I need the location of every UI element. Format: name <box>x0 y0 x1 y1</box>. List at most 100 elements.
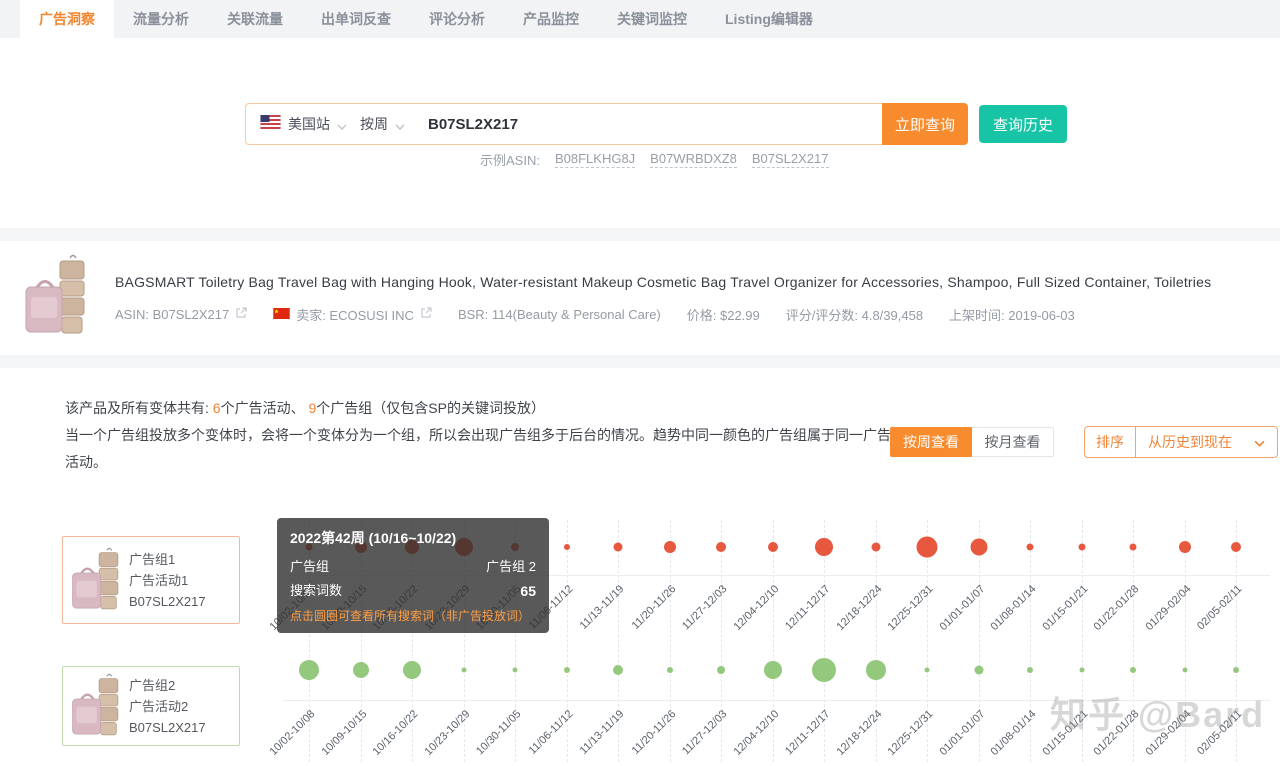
tab-ad-insight[interactable]: 广告洞察 <box>20 0 114 38</box>
chart-bubble[interactable] <box>767 542 778 552</box>
chart-bubble[interactable] <box>1182 667 1187 673</box>
product-section: BAGSMART Toiletry Bag Travel Bag with Ha… <box>0 241 1280 355</box>
us-flag-icon <box>260 114 281 134</box>
week-label: 11/13-11/19 <box>577 708 627 757</box>
analysis-section: 该产品及所有变体共有: 6个广告活动、 9个广告组（仅包含SP的关键词投放） 当… <box>0 368 1280 766</box>
chart-bubble[interactable] <box>717 666 725 674</box>
chart-bubble[interactable] <box>1130 667 1136 673</box>
period-select-value: 按周 <box>360 116 388 132</box>
chart-bubble[interactable] <box>1027 667 1033 673</box>
example-asin-link-2[interactable]: B07WRBDXZ8 <box>650 151 737 168</box>
external-link-icon[interactable] <box>420 307 432 322</box>
ad-campaign-name: 广告活动1 <box>129 572 189 588</box>
site-select[interactable]: 美国站 <box>288 114 353 134</box>
week-label: 11/06-11/12 <box>526 708 575 757</box>
cn-flag-icon <box>273 307 290 322</box>
chart-bubble[interactable] <box>512 667 518 673</box>
week-label: 11/27-12/03 <box>680 708 730 758</box>
week-label: 12/11-12/17 <box>783 583 833 633</box>
chart-bubble[interactable] <box>613 542 623 552</box>
top-nav: 广告洞察 流量分析 关联流量 出单词反查 评论分析 产品监控 关键词监控 Lis… <box>0 0 1280 38</box>
example-asin-link-1[interactable]: B08FLKHG8J <box>554 151 636 168</box>
asin-value: ASIN: B07SL2X217 <box>115 307 230 322</box>
chart-gridline <box>978 520 980 762</box>
chart-bubble[interactable] <box>663 541 676 553</box>
chart-bubble[interactable] <box>1178 541 1191 553</box>
history-button[interactable]: 查询历史 <box>979 105 1067 143</box>
product-seller: 卖家: ECOSUSI INC <box>273 305 432 324</box>
period-select[interactable]: 按周 <box>360 114 411 134</box>
product-bsr: BSR: 114(Beauty & Personal Care) <box>457 307 661 322</box>
tab-traffic-analysis[interactable]: 流量分析 <box>114 0 208 38</box>
ad-group-name: 广告组1 <box>129 551 176 567</box>
chart-bubble[interactable] <box>666 667 673 673</box>
chart-bubble[interactable] <box>865 660 886 680</box>
tooltip-row-label: 广告组 <box>290 559 330 574</box>
tooltip-row-value: 65 <box>520 583 536 599</box>
product-asin: ASIN: B07SL2X217 <box>115 307 247 322</box>
chart-gridline <box>566 520 568 762</box>
chart-bubble[interactable] <box>613 665 623 675</box>
tab-related-traffic[interactable]: 关联流量 <box>208 0 302 38</box>
chart-bubble[interactable] <box>352 662 369 678</box>
product-image <box>71 547 121 613</box>
ad-group-asin: B07SL2X217 <box>129 593 206 609</box>
chart-bubble[interactable] <box>871 542 880 552</box>
ad-group-card-2[interactable]: 广告组2 广告活动2 B07SL2X217 <box>62 666 240 746</box>
chart-gridline <box>669 520 671 762</box>
tab-product-monitor[interactable]: 产品监控 <box>504 0 598 38</box>
tooltip-note: 点击圆圈可查看所有搜索词（非广告投放词） <box>290 609 531 623</box>
example-asin-link-3[interactable]: B07SL2X217 <box>751 151 829 168</box>
tooltip-row-label: 搜索词数 <box>290 583 343 598</box>
tooltip-title: 2022第42周 (10/16~10/22) <box>290 530 457 546</box>
tooltip-row-value: 广告组 2 <box>486 559 536 574</box>
product-image <box>24 252 88 340</box>
chart-bubble[interactable] <box>563 544 570 550</box>
chart-bubble[interactable] <box>815 538 833 556</box>
chart-bubble[interactable] <box>970 538 987 556</box>
chart-bubble[interactable] <box>299 660 319 680</box>
tab-review-analysis[interactable]: 评论分析 <box>410 0 504 38</box>
search-section: 美国站 按周 立即查询 查询历史 示例ASIN: B08FLKHG8J B07W… <box>0 38 1280 228</box>
week-label: 11/27-12/03 <box>680 583 730 633</box>
week-label: 02/05-02/11 <box>1195 583 1245 633</box>
tab-keyword-monitor[interactable]: 关键词监控 <box>598 0 706 38</box>
chart-gridline <box>824 520 825 762</box>
chart-bubble[interactable] <box>763 661 782 679</box>
ad-group-name: 广告组2 <box>129 677 176 693</box>
chart-bubble[interactable] <box>924 667 930 673</box>
chevron-down-icon <box>395 117 405 133</box>
chart-bubble[interactable] <box>1078 543 1085 551</box>
ad-trend-chart: 10/02-10/0810/09-10/1510/16-10/2210/23-1… <box>0 368 1280 766</box>
chart-bubble[interactable] <box>1026 543 1034 551</box>
section-divider <box>0 355 1280 368</box>
chart-bubble[interactable] <box>812 658 836 682</box>
chart-gridline <box>721 520 722 762</box>
week-label: 11/20-11/26 <box>629 583 678 632</box>
chart-bubble[interactable] <box>974 665 983 675</box>
ad-campaign-name: 广告活动2 <box>129 698 189 714</box>
query-button[interactable]: 立即查询 <box>882 103 968 145</box>
chart-bubble[interactable] <box>403 661 421 679</box>
chart-bubble[interactable] <box>716 542 726 552</box>
external-link-icon[interactable] <box>235 307 247 322</box>
chart-bubble[interactable] <box>1231 542 1241 552</box>
asin-input[interactable] <box>428 115 758 133</box>
chart-bubble[interactable] <box>1079 667 1084 673</box>
week-label: 11/13-11/19 <box>577 583 627 632</box>
chart-bubble[interactable] <box>563 667 570 673</box>
watermark: 知乎 @Bard <box>1050 694 1266 735</box>
product-listed-date: 上架时间: 2019-06-03 <box>949 308 1075 323</box>
site-select-value: 美国站 <box>288 116 330 132</box>
chart-gridline <box>1030 520 1031 762</box>
chart-bubble[interactable] <box>1129 543 1137 551</box>
week-label: 11/20-11/26 <box>629 708 678 757</box>
chart-bubble[interactable] <box>1233 667 1239 673</box>
tab-order-word-lookup[interactable]: 出单词反查 <box>302 0 410 38</box>
tab-listing-editor[interactable]: Listing编辑器 <box>706 0 832 38</box>
ad-group-card-1[interactable]: 广告组1 广告活动1 B07SL2X217 <box>62 536 240 624</box>
chart-bubble[interactable] <box>461 667 466 673</box>
chart-bubble[interactable] <box>916 536 938 558</box>
product-rating: 评分/评分数: 4.8/39,458 <box>785 308 924 323</box>
search-box: 美国站 按周 <box>245 103 882 145</box>
